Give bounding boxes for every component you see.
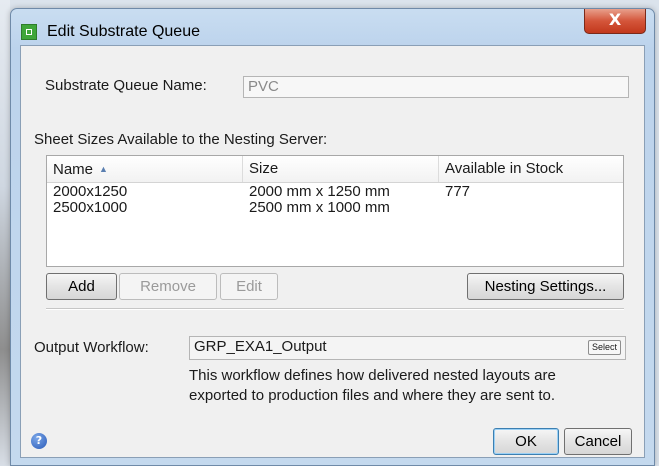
column-header-name-label: Name bbox=[53, 161, 94, 178]
ok-button[interactable]: OK bbox=[493, 428, 559, 455]
output-workflow-value: GRP_EXA1_Output bbox=[194, 338, 327, 355]
row-size: 2500 mm x 1000 mm bbox=[249, 199, 390, 216]
help-icon[interactable]: ? bbox=[31, 433, 47, 449]
output-workflow-label: Output Workflow: bbox=[34, 339, 149, 356]
remove-button[interactable]: Remove bbox=[119, 273, 217, 300]
row-stock: 777 bbox=[445, 183, 471, 200]
table-header: Name ▲ Size Available in Stock bbox=[47, 156, 623, 183]
select-workflow-button[interactable]: Select bbox=[587, 340, 621, 355]
window-title: Edit Substrate Queue bbox=[47, 23, 200, 40]
dialog-body: Substrate Queue Name: PVC Sheet Sizes Av… bbox=[20, 45, 645, 458]
app-icon bbox=[21, 24, 37, 40]
separator bbox=[46, 308, 624, 310]
dialog-window: Edit Substrate Queue X Substrate Queue N… bbox=[10, 8, 655, 466]
sheet-sizes-table[interactable]: Name ▲ Size Available in Stock 2000x1250 … bbox=[46, 155, 624, 267]
column-header-size[interactable]: Size bbox=[243, 156, 439, 182]
queue-name-input[interactable]: PVC bbox=[243, 76, 629, 98]
add-button[interactable]: Add bbox=[46, 273, 117, 300]
column-header-stock[interactable]: Available in Stock bbox=[439, 156, 625, 182]
workflow-description-line1: This workflow defines how delivered nest… bbox=[189, 367, 556, 384]
edit-button[interactable]: Edit bbox=[220, 273, 278, 300]
workflow-description-line2: exported to production files and where t… bbox=[189, 387, 556, 404]
sort-ascending-icon: ▲ bbox=[99, 164, 108, 174]
row-size: 2000 mm x 1250 mm bbox=[249, 183, 390, 200]
nesting-settings-button[interactable]: Nesting Settings... bbox=[467, 273, 624, 300]
output-workflow-field[interactable]: GRP_EXA1_Output Select bbox=[189, 336, 626, 360]
column-header-name[interactable]: Name ▲ bbox=[47, 156, 243, 182]
close-button[interactable]: X bbox=[584, 9, 646, 34]
row-name: 2000x1250 bbox=[53, 183, 128, 200]
cancel-button[interactable]: Cancel bbox=[564, 428, 632, 455]
background-window-edge bbox=[0, 0, 10, 466]
queue-name-label: Substrate Queue Name: bbox=[45, 77, 207, 94]
row-name: 2500x1000 bbox=[53, 199, 128, 216]
workflow-description: This workflow defines how delivered nest… bbox=[189, 366, 556, 406]
sheet-sizes-label: Sheet Sizes Available to the Nesting Ser… bbox=[34, 131, 328, 148]
